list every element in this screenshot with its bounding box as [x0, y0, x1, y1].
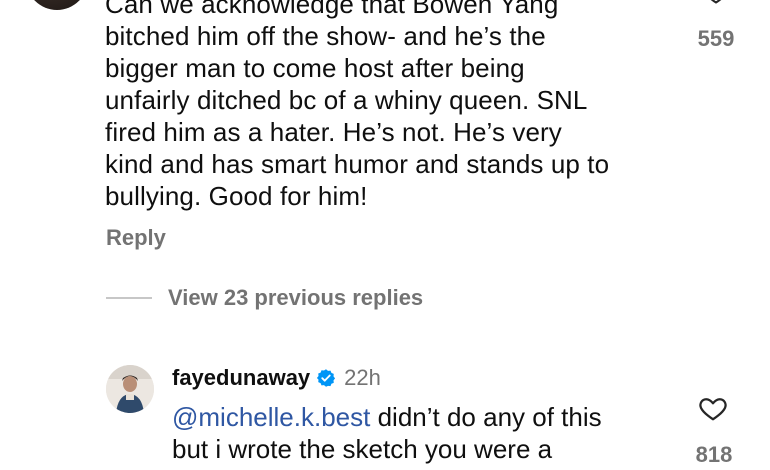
verified-badge-icon [317, 369, 336, 387]
profile-photo-icon [106, 365, 154, 413]
reply-timestamp: 22h [344, 365, 381, 390]
comments-thread: Can we acknowledge that Bowen Yang bitch… [0, 0, 770, 470]
comment-line: kind and has smart humor and stands up t… [105, 149, 610, 179]
reply-line-text: didn’t do any of this [370, 402, 602, 432]
heart-outline-icon[interactable] [697, 393, 729, 423]
reply-header: fayedunaway 22h [172, 365, 381, 391]
comment-line: bitched him off the show- and he’s the [105, 21, 546, 51]
reply-button[interactable]: Reply [106, 225, 166, 251]
reply-text: @michelle.k.best didn’t do any of this b… [172, 401, 672, 465]
mention-link[interactable]: @michelle.k.best [172, 402, 370, 432]
heart-outline-icon[interactable] [702, 0, 730, 6]
comment-line: unfairly ditched bc of a whiny queen. SN… [105, 85, 588, 115]
comment-line: Can we acknowledge that Bowen Yang [105, 0, 559, 19]
comment-line: bullying. Good for him! [105, 181, 368, 211]
like-count: 818 [695, 442, 733, 467]
reply-avatar[interactable] [106, 365, 154, 413]
commenter-avatar[interactable] [26, 0, 88, 10]
like-count: 559 [697, 26, 735, 51]
reply-line: @michelle.k.best didn’t do any of this [172, 401, 672, 433]
comment-line: bigger man to come host after being [105, 53, 525, 83]
comment-text: Can we acknowledge that Bowen Yang bitch… [105, 0, 665, 212]
reply-line: but i wrote the sketch you were a [172, 434, 553, 464]
divider-line [106, 297, 152, 299]
view-replies-label: View 23 previous replies [168, 285, 424, 310]
view-previous-replies-button[interactable]: View 23 previous replies [106, 285, 423, 311]
comment-line: fired him as a hater. He’s not. He’s ver… [105, 117, 562, 147]
reply-username[interactable]: fayedunaway [172, 365, 310, 391]
